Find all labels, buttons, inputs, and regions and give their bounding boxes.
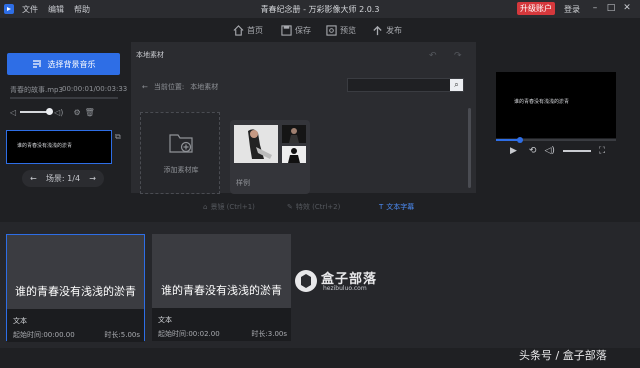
example-library[interactable]: 样例	[230, 120, 310, 194]
close-icon[interactable]: ✕	[622, 3, 632, 13]
copy-scene-icon[interactable]: ⧉	[115, 132, 121, 142]
scene-thumbnail[interactable]: 谁的青春没有浅浅的淤青	[6, 130, 112, 164]
maximize-icon[interactable]: □	[606, 3, 616, 13]
save-button[interactable]: 保存	[281, 24, 311, 36]
clip-info: 文本 起始时间:00:02.00 时长:3.00s	[152, 308, 291, 341]
music-controls: ◁ ◁) ⚙ 🗑	[10, 106, 120, 118]
tab-subtitle-label: 文本字幕	[386, 203, 415, 211]
clip-duration: 时长:5.00s	[104, 331, 140, 339]
preview-screen[interactable]: 谁的青春没有浅浅的淤青	[496, 72, 616, 138]
save-icon	[281, 24, 292, 36]
location-bar: ← 当前位置: 本地素材	[142, 82, 218, 92]
music-list-icon	[32, 60, 41, 68]
minimize-icon[interactable]: –	[590, 3, 600, 13]
subtitle-clip[interactable]: 谁的青春没有浅浅的淤青 文本 起始时间:00:02.00 时长:3.00s	[152, 234, 291, 341]
publish-label: 发布	[386, 25, 402, 35]
volume-knob[interactable]	[46, 108, 54, 115]
material-search-input[interactable]: ⌕	[347, 78, 464, 92]
main-toolbar: 首页 保存 预览 发布	[0, 18, 640, 42]
tab-effect[interactable]: ✎ 特效 (Ctrl+2)	[287, 202, 340, 212]
preview-icon	[326, 24, 337, 36]
tab-subtitle[interactable]: T 文本字幕	[379, 202, 414, 212]
login-link[interactable]: 登录	[564, 4, 580, 15]
clip-type: 文本	[158, 316, 172, 324]
song-time: 00:00:01/00:03:33	[62, 85, 128, 93]
song-progress-bar[interactable]	[10, 97, 118, 99]
home-label: 首页	[247, 25, 263, 35]
scene-counter: 场景: 1/4	[45, 174, 81, 183]
next-scene-icon[interactable]: →	[89, 174, 96, 183]
add-folder-icon	[169, 134, 193, 153]
upload-icon	[373, 25, 382, 35]
preview-button[interactable]: 预览	[326, 24, 356, 36]
volume-up-icon[interactable]: ◁)	[54, 108, 63, 117]
title-bar: 文件 编辑 帮助 青春纪念册 - 万彩影像大师 2.0.3 升级账户 登录 – …	[0, 0, 640, 18]
settings-icon[interactable]: ⚙	[73, 108, 80, 117]
tab-effect-label: 特效 (Ctrl+2)	[295, 203, 341, 211]
location-value: 本地素材	[190, 83, 219, 91]
music-volume-slider[interactable]	[20, 108, 54, 115]
clip-text: 谁的青春没有浅浅的淤青	[15, 285, 136, 298]
preview-caption: 谁的青春没有浅浅的淤青	[514, 99, 570, 105]
volume-down-icon[interactable]: ◁	[10, 108, 16, 117]
preview-controls: ▶ ⟲ ◁) ⛶	[496, 144, 616, 158]
select-music-button[interactable]: 选择背景音乐	[7, 53, 120, 75]
preview-label: 预览	[340, 25, 356, 35]
watermark-url: hezibuluo.com	[323, 285, 367, 292]
tab-shot-label: 景镜 (Ctrl+1)	[210, 203, 255, 211]
redo-icon[interactable]: ↷	[454, 51, 462, 61]
music-scene-panel: 选择背景音乐 青春的故事.mp3 00:00:01/00:03:33 ◁ ◁) …	[0, 42, 127, 193]
tab-local-material[interactable]: 本地素材	[136, 50, 164, 60]
example-label: 样例	[236, 179, 250, 187]
add-library-button[interactable]: 添加素材库	[140, 112, 220, 194]
select-music-label: 选择背景音乐	[47, 59, 96, 69]
material-scrollbar[interactable]	[468, 108, 471, 188]
delete-icon[interactable]: 🗑	[85, 108, 95, 117]
back-arrow-icon[interactable]: ←	[142, 83, 148, 91]
camera-icon: ⌂	[203, 203, 208, 211]
clip-start-time: 起始时间:00:00.00	[13, 331, 75, 339]
clip-start-time: 起始时间:00:02.00	[158, 330, 220, 338]
clip-text: 谁的青春没有浅浅的淤青	[161, 284, 282, 297]
add-library-label: 添加素材库	[163, 166, 199, 174]
track-tab-bar: ⌂ 景镜 (Ctrl+1) ✎ 特效 (Ctrl+2) T 文本字幕	[0, 196, 640, 218]
example-photo	[234, 125, 278, 163]
play-icon[interactable]: ▶	[510, 146, 517, 156]
preview-volume-slider[interactable]	[562, 150, 591, 152]
clip-duration: 时长:3.00s	[251, 330, 287, 338]
tab-shot[interactable]: ⌂ 景镜 (Ctrl+1)	[203, 202, 255, 212]
watermark-logo-icon	[295, 270, 317, 292]
preview-progress-bar[interactable]	[496, 137, 616, 143]
preview-progress-knob[interactable]	[517, 137, 523, 143]
fullscreen-icon[interactable]: ⛶	[599, 146, 605, 156]
publish-button[interactable]: 发布	[372, 24, 402, 36]
scene-thumb-caption: 谁的青春没有浅浅的淤青	[17, 143, 73, 149]
subtitle-clip[interactable]: 谁的青春没有浅浅的淤青 文本 起始时间:00:00.00 时长:5.00s	[6, 234, 145, 342]
clip-type: 文本	[13, 317, 27, 325]
location-label: 当前位置:	[153, 83, 185, 91]
home-icon	[233, 24, 244, 36]
scene-navigator: ← 场景: 1/4 →	[22, 170, 104, 187]
volume-icon[interactable]: ◁)	[544, 146, 554, 156]
watermark-bottom: 头条号 / 盒子部落	[519, 349, 607, 362]
effect-icon: ✎	[287, 203, 293, 211]
home-button[interactable]: 首页	[233, 24, 263, 36]
material-panel: 本地素材 ↶ ↷ ← 当前位置: 本地素材 ⌕ 添加素材库 样例	[131, 42, 476, 194]
prev-scene-icon[interactable]: ←	[30, 174, 37, 183]
clip-info: 文本 起始时间:00:00.00 时长:5.00s	[7, 309, 144, 342]
example-photo	[282, 146, 306, 163]
undo-icon[interactable]: ↶	[429, 51, 437, 61]
text-icon: T	[379, 203, 384, 211]
upgrade-button[interactable]: 升级账户	[517, 2, 555, 15]
example-photo	[282, 125, 306, 143]
search-icon[interactable]: ⌕	[450, 79, 463, 91]
save-label: 保存	[295, 25, 311, 35]
song-name: 青春的故事.mp3	[10, 86, 63, 94]
preview-player: 谁的青春没有浅浅的淤青 ▶ ⟲ ◁) ⛶	[496, 72, 616, 162]
loop-icon[interactable]: ⟲	[529, 146, 537, 156]
